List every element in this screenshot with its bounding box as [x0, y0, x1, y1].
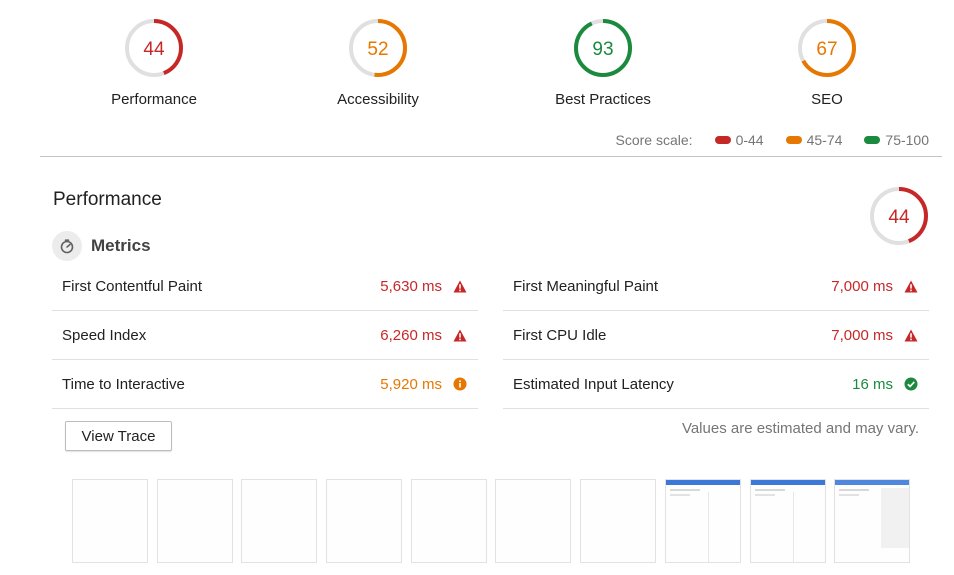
metric-value: 16 ms	[852, 375, 893, 393]
metric-value: 7,000 ms	[831, 277, 893, 295]
gauge-score: 44	[143, 39, 165, 60]
metric-name: Estimated Input Latency	[513, 375, 674, 393]
filmstrip-frame	[241, 479, 318, 563]
score-scale-label: Score scale:	[615, 132, 693, 148]
info-circle-icon	[452, 376, 468, 392]
metrics-header: Metrics	[52, 231, 151, 261]
check-circle-icon	[903, 376, 919, 392]
gauge-score: 93	[592, 39, 613, 60]
orange-pill-icon	[785, 136, 802, 144]
gauge-score: 67	[816, 39, 837, 60]
score-scale-legend: Score scale: 0-44 45-74 75-100	[616, 132, 929, 148]
metrics-column-left: First Contentful Paint 5,630 ms Speed In…	[52, 262, 478, 409]
metric-name: Time to Interactive	[62, 375, 185, 393]
performance-section-title: Performance	[53, 189, 162, 210]
red-pill-icon	[714, 136, 731, 144]
performance-section-gauge: 44	[868, 185, 930, 252]
score-ring: 67	[798, 19, 856, 77]
gauge-label: Best Practices	[555, 91, 651, 108]
score-ring: 44	[125, 19, 183, 77]
metrics-title: Metrics	[91, 236, 151, 255]
warning-triangle-icon	[452, 327, 468, 343]
metric-row: Speed Index 6,260 ms	[52, 311, 478, 360]
gauge-score: 44	[888, 207, 910, 228]
scale-range-average: 45-74	[785, 132, 843, 148]
metric-row: First Contentful Paint 5,630 ms	[52, 262, 478, 311]
metrics-column-right: First Meaningful Paint 7,000 ms First CP…	[503, 262, 929, 409]
green-pill-icon	[864, 136, 881, 144]
view-trace-button[interactable]: View Trace	[65, 421, 172, 451]
metric-row: First CPU Idle 7,000 ms	[503, 311, 929, 360]
timer-icon	[52, 231, 82, 261]
filmstrip	[72, 479, 919, 563]
filmstrip-frame	[580, 479, 657, 563]
gauge-score: 52	[367, 39, 388, 60]
metric-row: Time to Interactive 5,920 ms	[52, 360, 478, 409]
score-ring: 52	[349, 19, 407, 77]
filmstrip-frame	[156, 479, 233, 563]
scale-range-fail: 0-44	[714, 132, 764, 148]
metric-row: Estimated Input Latency 16 ms	[503, 360, 929, 409]
scale-range-label: 75-100	[885, 132, 929, 148]
scale-range-label: 45-74	[806, 132, 843, 148]
filmstrip-frame	[664, 479, 741, 563]
metric-value: 6,260 ms	[380, 326, 442, 344]
filmstrip-frame	[72, 479, 148, 563]
filmstrip-frame	[326, 479, 403, 563]
metric-name: First Meaningful Paint	[513, 277, 659, 295]
gauge-label: Accessibility	[337, 91, 419, 108]
metric-value: 5,630 ms	[380, 277, 442, 295]
filmstrip-frame	[410, 479, 487, 563]
gauge-accessibility[interactable]: 52 Accessibility	[303, 18, 453, 108]
gauge-best-practices[interactable]: 93 Best Practices	[528, 18, 678, 108]
warning-triangle-icon	[452, 278, 468, 294]
metric-value: 5,920 ms	[380, 375, 442, 393]
score-ring: 44	[870, 187, 928, 245]
gauge-performance[interactable]: 44 Performance	[79, 18, 229, 108]
metric-name: First CPU Idle	[513, 326, 607, 344]
gauge-label: Performance	[111, 91, 197, 108]
filmstrip-frame	[749, 479, 826, 563]
gauge-label: SEO	[811, 91, 843, 108]
section-divider	[40, 156, 942, 157]
score-ring: 93	[574, 19, 632, 77]
estimate-note: Values are estimated and may vary.	[681, 420, 919, 437]
category-gauges: 44 Performance 52 Accessibility 93 Best …	[40, 0, 942, 120]
scale-range-label: 0-44	[735, 132, 764, 148]
metric-name: Speed Index	[62, 326, 147, 344]
metric-row: First Meaningful Paint 7,000 ms	[503, 262, 929, 311]
warning-triangle-icon	[903, 327, 919, 343]
warning-triangle-icon	[903, 278, 919, 294]
filmstrip-frame	[495, 479, 572, 563]
filmstrip-frame	[834, 479, 911, 563]
metric-value: 7,000 ms	[831, 326, 893, 344]
scale-range-pass: 75-100	[864, 132, 929, 148]
metric-name: First Contentful Paint	[62, 277, 203, 295]
gauge-seo[interactable]: 67 SEO	[752, 18, 902, 108]
